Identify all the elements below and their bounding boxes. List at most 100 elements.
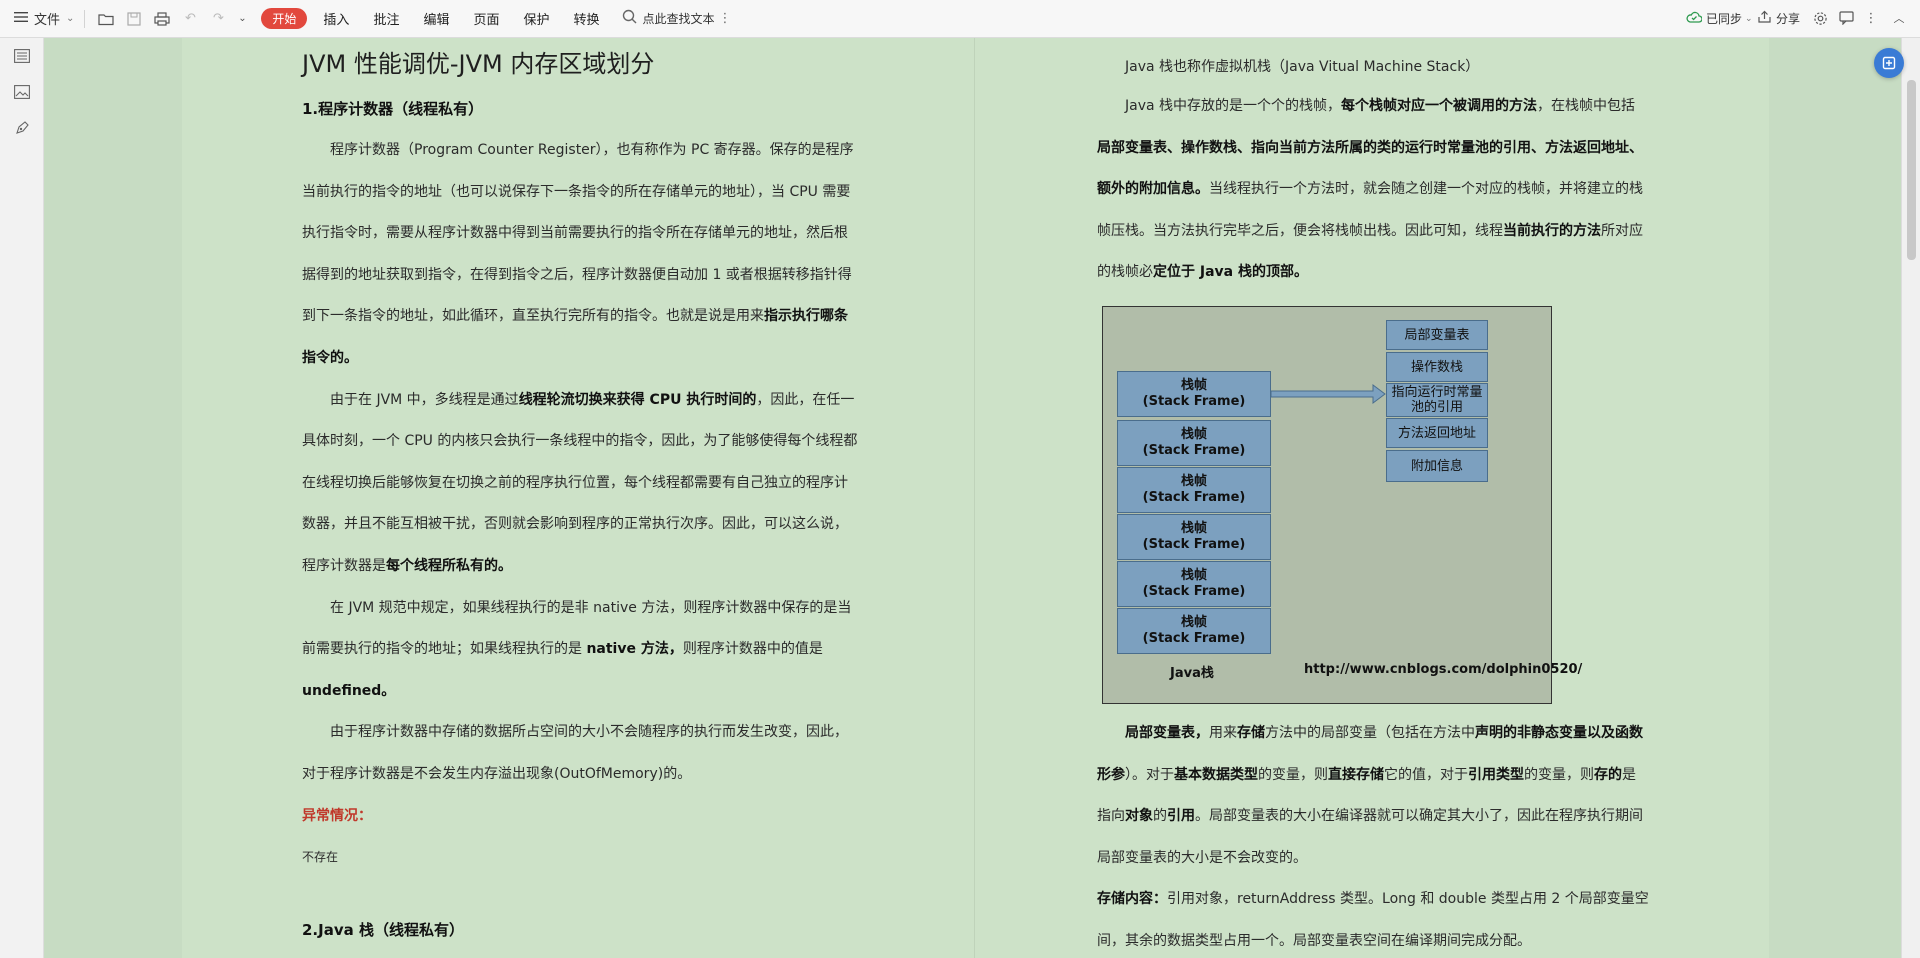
undo-icon[interactable]: ↶ xyxy=(179,11,201,26)
tab-convert[interactable]: 转换 xyxy=(562,9,612,28)
page-title: JVM 性能调优-JVM 内存区域划分 xyxy=(302,50,655,78)
stack-frame: 栈帧 (Stack Frame) xyxy=(1117,514,1271,560)
more-chevron-icon[interactable]: ⌄ xyxy=(233,13,251,24)
stack-frame: 栈帧 (Stack Frame) xyxy=(1117,420,1271,466)
pen-tool-icon[interactable] xyxy=(12,118,32,138)
text-run: 程序计数器（Program Counter Register），也有称作为 PC… xyxy=(302,142,854,325)
text-run: ，在栈帧中包括 xyxy=(1537,98,1636,114)
search-box[interactable]: 点此查找文本 ⋮ xyxy=(622,9,732,28)
print-icon[interactable] xyxy=(151,11,173,26)
text-run: ）。对于 xyxy=(1125,766,1174,783)
section-heading-1: 1.程序计数器（线程私有） xyxy=(302,100,484,118)
share-button[interactable]: 分享 xyxy=(1758,10,1800,27)
arrow-icon xyxy=(1271,384,1386,404)
frame-subtitle: (Stack Frame) xyxy=(1142,443,1246,458)
tab-insert[interactable]: 插入 xyxy=(311,9,361,28)
more-options-icon[interactable]: ⋮ xyxy=(1865,9,1878,27)
frame-subtitle: (Stack Frame) xyxy=(1142,631,1246,646)
share-label: 分享 xyxy=(1776,12,1801,26)
exception-label: 异常情况： xyxy=(302,807,372,824)
vertical-scrollbar[interactable] xyxy=(1901,38,1920,958)
bold-text: 每个线程所私有的。 xyxy=(386,557,512,574)
frame-subtitle: (Stack Frame) xyxy=(1142,584,1246,599)
top-toolbar: 文件 ⌄ ↶ ↷ ⌄ 开始 插入 批注 编辑 页面 保护 转换 点此查找文本 ⋮… xyxy=(0,0,1920,38)
java-stack-label: Java栈 xyxy=(1170,666,1214,681)
more-vertical-icon[interactable]: ⋮ xyxy=(719,11,732,26)
collapse-chevron-icon[interactable]: ︿ xyxy=(1892,10,1906,26)
bold-text: 直接存储 xyxy=(1328,766,1384,783)
text-run: 的变量，则 xyxy=(1258,766,1328,783)
paragraph-stack-frame: Java 栈中存放的是一个个的栈帧，每个栈帧对应一个被调用的方法，在栈帧中包括局… xyxy=(1097,86,1649,294)
source-url: http://www.cnblogs.com/dolphin0520/ xyxy=(1304,662,1583,677)
stack-frame: 栈帧 (Stack Frame) xyxy=(1117,608,1271,654)
frame-title: 栈帧 xyxy=(1180,615,1207,630)
bold-text: 存的 xyxy=(1594,766,1622,783)
search-icon xyxy=(622,9,637,28)
page-divider xyxy=(974,38,975,958)
right-column-lower: 局部变量表，用来存储方法中的局部变量（包括在方法中声明的非静态变量以及函数形参）… xyxy=(1097,713,1649,958)
floating-action-button[interactable] xyxy=(1874,48,1904,78)
text-run: 的 xyxy=(1153,808,1167,825)
text-run: 引用对象，returnAddress 类型。Long 和 double 类型占用… xyxy=(1097,891,1649,949)
share-icon xyxy=(1758,10,1772,27)
constant-pool-ref-box: 指向运行时常量池的引用 xyxy=(1386,383,1488,417)
bold-text: 线程轮流切换来获得 CPU 执行时间的 xyxy=(518,391,757,408)
settings-gear-icon[interactable] xyxy=(1812,10,1828,26)
stack-frame: 栈帧 (Stack Frame) xyxy=(1117,561,1271,607)
bold-text: native 方法， xyxy=(586,641,683,658)
bold-text: 存储 xyxy=(1237,725,1265,741)
text-run: Java 栈中存放的是一个个的栈帧， xyxy=(1125,98,1342,114)
sync-status[interactable]: 已同步 ⌄ xyxy=(1686,10,1753,27)
outline-list-icon[interactable] xyxy=(12,46,32,66)
paragraph-oom: 由于程序计数器中存储的数据所占空间的大小不会随程序的执行而发生改变，因此，对于程… xyxy=(302,724,848,782)
bold-text: 定位于 Java 栈的顶部。 xyxy=(1153,264,1308,281)
paragraph-multithread: 由于在 JVM 中，多线程是通过线程轮流切换来获得 CPU 执行时间的，因此，在… xyxy=(302,380,858,588)
cloud-check-icon xyxy=(1686,11,1703,27)
frame-title: 栈帧 xyxy=(1180,378,1207,393)
stack-frame: 栈帧 (Stack Frame) xyxy=(1117,467,1271,513)
frame-title: 栈帧 xyxy=(1180,427,1207,442)
section-heading-2: 2.Java 栈（线程私有） xyxy=(302,920,464,939)
search-placeholder: 点此查找文本 xyxy=(642,12,715,26)
tab-page[interactable]: 页面 xyxy=(461,9,511,28)
document-convert-icon xyxy=(1882,56,1896,70)
paragraph-pc-register: 程序计数器（Program Counter Register），也有称作为 PC… xyxy=(302,130,858,380)
text-run: 方法中的局部变量（包括在方法中 xyxy=(1265,725,1475,741)
comment-icon[interactable] xyxy=(1838,10,1854,26)
frame-subtitle: (Stack Frame) xyxy=(1142,537,1246,552)
text-run: 用来 xyxy=(1209,725,1237,741)
java-stack-diagram: 栈帧 (Stack Frame) 栈帧 (Stack Frame) 栈帧 (St… xyxy=(1102,306,1582,704)
paragraph-java-stack-intro: Java 栈也称作虚拟机栈（Java Vitual Machine Stack） xyxy=(1125,59,1480,75)
bold-text: 当前执行的方法 xyxy=(1503,222,1601,239)
image-icon[interactable] xyxy=(12,82,32,102)
hamburger-icon xyxy=(14,11,28,27)
bold-text: 对象 xyxy=(1125,808,1153,825)
file-menu[interactable]: 文件 ⌄ xyxy=(14,9,74,28)
tab-edit[interactable]: 编辑 xyxy=(411,9,461,28)
scrollbar-thumb[interactable] xyxy=(1907,80,1916,260)
additional-info-box: 附加信息 xyxy=(1386,450,1488,482)
save-icon[interactable] xyxy=(123,11,145,26)
tab-comment[interactable]: 批注 xyxy=(361,9,411,28)
frame-subtitle: (Stack Frame) xyxy=(1142,490,1246,505)
left-column: JVM 性能调优-JVM 内存区域划分 1.程序计数器（线程私有） 程序计数器（… xyxy=(302,48,858,941)
right-column: Java 栈也称作虚拟机栈（Java Vitual Machine Stack）… xyxy=(1097,48,1649,294)
redo-icon[interactable]: ↷ xyxy=(207,11,229,26)
stack-frame-top: 栈帧 (Stack Frame) xyxy=(1117,371,1271,417)
frame-title: 栈帧 xyxy=(1180,474,1207,489)
open-folder-icon[interactable] xyxy=(95,12,117,26)
text-run: ，因此，在任一具体时刻，一个 CPU 的内核只会执行一条线程中的指令，因此，为了… xyxy=(302,391,858,574)
toolbar-divider xyxy=(84,9,86,28)
bold-text: 每个栈帧对应一个被调用的方法 xyxy=(1341,98,1538,114)
tab-start[interactable]: 开始 xyxy=(261,8,308,29)
bold-text: 引用 xyxy=(1167,808,1195,825)
bold-text: 基本数据类型 xyxy=(1174,766,1258,783)
text-run: 的变量，则 xyxy=(1524,766,1594,783)
local-variable-table-box: 局部变量表 xyxy=(1386,320,1488,350)
paragraph-local-vars: 局部变量表，用来存储方法中的局部变量（包括在方法中声明的非静态变量以及函数形参）… xyxy=(1097,713,1649,879)
tab-protect[interactable]: 保护 xyxy=(511,9,561,28)
return-address-box: 方法返回地址 xyxy=(1386,418,1488,448)
file-menu-label: 文件 xyxy=(34,13,61,28)
frame-title: 栈帧 xyxy=(1180,521,1207,536)
bold-text: 引用类型 xyxy=(1468,766,1524,783)
